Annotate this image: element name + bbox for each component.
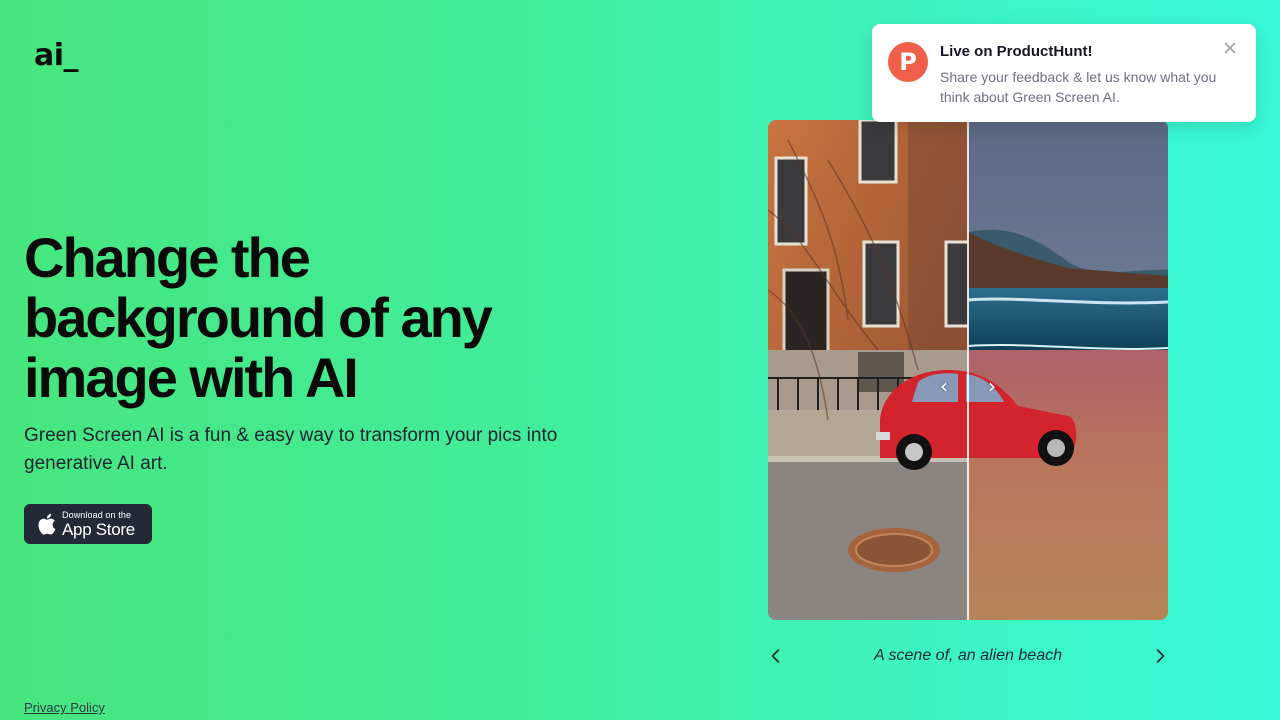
hero-headline: Change the background of any image with … (24, 226, 493, 409)
app-store-small-label: Download on the (62, 509, 132, 520)
hero-section: Change the background of any image with … (24, 228, 644, 478)
close-icon[interactable] (1222, 40, 1238, 56)
carousel-caption: A scene of, an alien beach (874, 647, 1062, 664)
brand-logo[interactable]: ai_ (34, 38, 79, 73)
carousel-controls: A scene of, an alien beach (768, 640, 1168, 672)
apple-icon (38, 513, 56, 535)
producthunt-icon: P (888, 42, 928, 82)
before-after-image-comparison[interactable]: ‹ › (768, 120, 1168, 620)
app-store-button[interactable]: Download on the App Store (24, 504, 152, 544)
hero-subtitle: Green Screen AI is a fun & easy way to t… (24, 425, 558, 474)
chevron-left-icon: ‹ (940, 374, 948, 398)
app-store-label: App Store (62, 519, 135, 539)
notification-body: Share your feedback & let us know what y… (940, 69, 1217, 105)
chevron-right-icon: › (988, 374, 996, 398)
privacy-policy-link[interactable]: Privacy Policy (24, 700, 105, 715)
comparison-divider[interactable] (967, 120, 969, 620)
previous-arrow-icon[interactable] (768, 648, 784, 664)
comparison-slider-handle[interactable]: ‹ › (940, 372, 996, 400)
producthunt-notification: P Live on ProductHunt! Share your feedba… (872, 24, 1256, 122)
next-arrow-icon[interactable] (1152, 648, 1168, 664)
notification-title: Live on ProductHunt! (940, 43, 1093, 60)
